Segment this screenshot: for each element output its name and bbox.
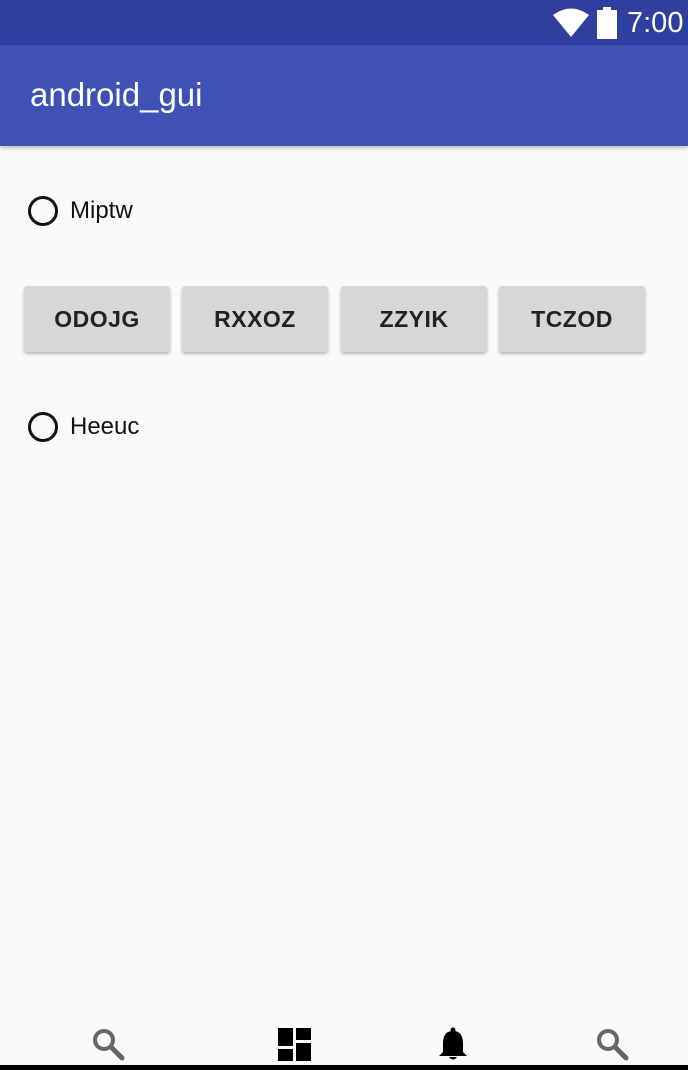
radio-circle[interactable] <box>28 196 58 226</box>
rxxoz-button[interactable]: RXXOZ <box>182 286 328 352</box>
dashboard-icon[interactable] <box>277 1026 313 1062</box>
radio-option-miptw[interactable]: Miptw <box>28 191 133 231</box>
search-icon[interactable] <box>90 1026 126 1062</box>
bottom-divider <box>0 1065 688 1070</box>
app-title: android_gui <box>30 76 203 113</box>
radio-label: Miptw <box>70 197 133 224</box>
bell-icon[interactable] <box>435 1026 471 1062</box>
odojg-button[interactable]: ODOJG <box>24 286 170 352</box>
status-clock: 7:00 <box>627 7 684 39</box>
battery-icon <box>597 7 617 39</box>
zzyik-button[interactable]: ZZYIK <box>341 286 487 352</box>
radio-label: Heeuc <box>70 413 140 440</box>
radio-circle[interactable] <box>28 412 58 442</box>
wifi-icon <box>553 8 589 37</box>
app-bar: android_gui <box>0 45 688 146</box>
status-bar: 7:00 <box>0 0 688 45</box>
tczod-button[interactable]: TCZOD <box>499 286 645 352</box>
bottom-nav <box>0 1020 688 1066</box>
search-icon[interactable] <box>594 1026 630 1062</box>
radio-option-heeuc[interactable]: Heeuc <box>28 407 139 447</box>
